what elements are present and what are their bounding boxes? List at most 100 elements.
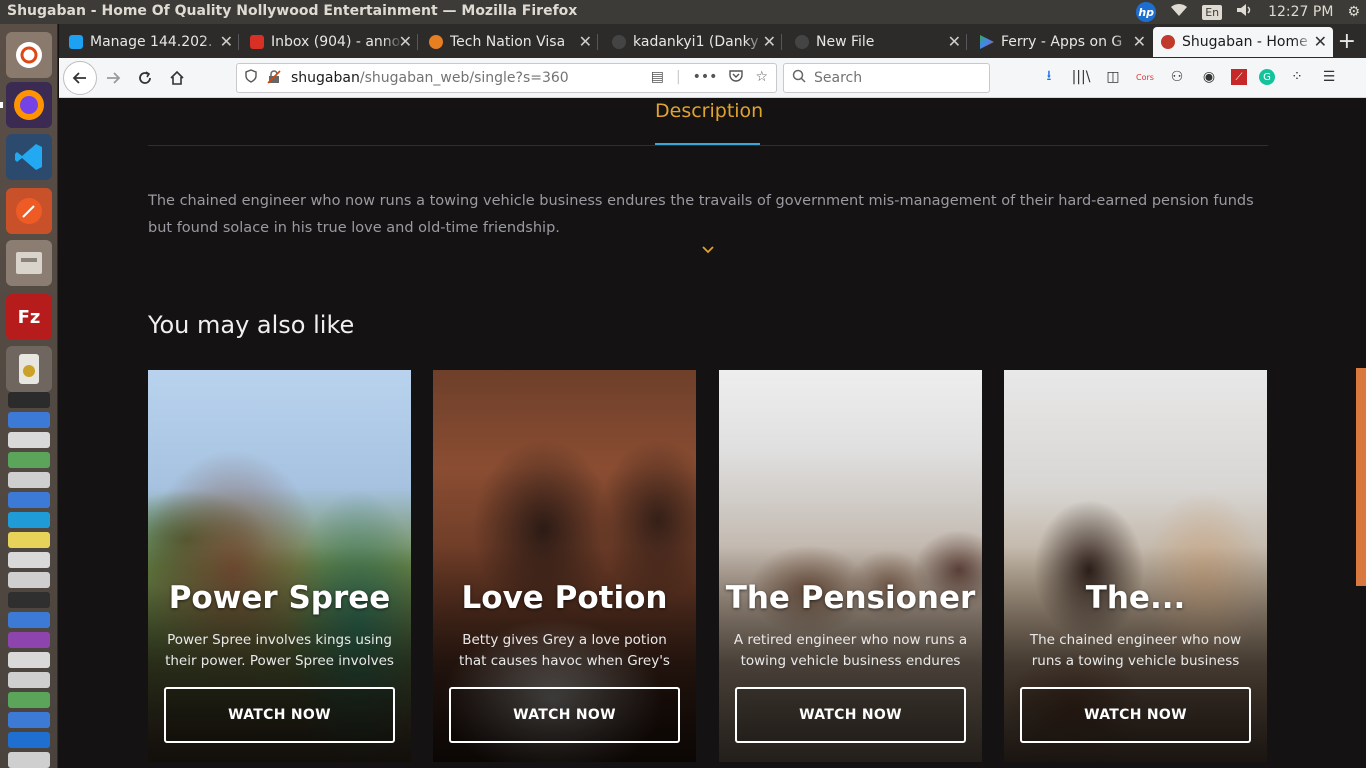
browser-navigation-bar: shugaban/shugaban_web/single?s=360 ▤ | •…: [59, 58, 1366, 98]
movie-card[interactable]: The... The chained engineer who now runs…: [1004, 370, 1267, 762]
close-tab-icon[interactable]: ✕: [948, 32, 961, 51]
tab-ferry-play-store[interactable]: Ferry - Apps on G ✕: [972, 27, 1152, 57]
launcher-app-icon[interactable]: [8, 712, 50, 728]
tab-inbox[interactable]: Inbox (904) - anno ✕: [242, 27, 418, 57]
movie-synopsis: Betty gives Grey a love potion that caus…: [459, 632, 670, 669]
launcher-app-icon[interactable]: [8, 472, 50, 488]
library-icon[interactable]: |||\: [1071, 67, 1091, 87]
movie-card[interactable]: The Pensioner A retired engineer who now…: [719, 370, 982, 762]
launcher-app-icon[interactable]: [8, 732, 50, 748]
close-tab-icon[interactable]: ✕: [399, 32, 412, 51]
back-arrow-icon[interactable]: [63, 61, 97, 95]
launcher-app-icon[interactable]: [8, 512, 50, 528]
tab-tech-nation-visa[interactable]: Tech Nation Visa ✕: [421, 27, 598, 57]
file-manager-icon[interactable]: [6, 240, 52, 286]
sidebar-icon[interactable]: ◫: [1103, 67, 1123, 87]
new-tab-plus-icon[interactable]: +: [1338, 29, 1356, 54]
browser-tab-strip: Manage 144.202. ✕ Inbox (904) - anno ✕ T…: [59, 24, 1366, 58]
reader-view-icon[interactable]: ▤: [651, 69, 664, 87]
movie-card[interactable]: Love Potion Betty gives Grey a love poti…: [433, 370, 696, 762]
launcher-app-icon[interactable]: [8, 532, 50, 548]
movie-title: The...: [1085, 580, 1186, 616]
chevron-down-icon[interactable]: [702, 243, 714, 257]
launcher-app-icon[interactable]: [8, 672, 50, 688]
github-favicon-icon: [795, 35, 809, 49]
firefox-icon[interactable]: [6, 82, 52, 128]
vscode-icon[interactable]: [6, 134, 52, 180]
search-placeholder: Search: [814, 70, 863, 86]
launcher-app-icon[interactable]: [8, 572, 50, 588]
extensions-puzzle-icon[interactable]: ⁘: [1287, 67, 1307, 87]
grammarly-icon[interactable]: G: [1259, 69, 1275, 85]
filezilla-icon[interactable]: Fz: [6, 294, 52, 340]
bookmark-star-icon[interactable]: ☆: [755, 69, 768, 87]
movie-card[interactable]: Power Spree Power Spree involves kings u…: [148, 370, 411, 762]
launcher-app-icon[interactable]: [8, 552, 50, 568]
watch-now-button[interactable]: WATCH NOW: [449, 687, 680, 743]
url-host: shugaban: [291, 70, 360, 86]
scrollbar-thumb[interactable]: [1356, 368, 1366, 586]
rhythmbox-icon[interactable]: [6, 346, 52, 392]
movie-synopsis: The chained engineer who now runs a towi…: [1029, 632, 1242, 669]
movie-title: Love Potion: [461, 580, 668, 616]
keyboard-language-indicator[interactable]: En: [1202, 4, 1223, 20]
close-tab-icon[interactable]: ✕: [579, 32, 592, 51]
tab-shugaban-active[interactable]: Shugaban - Home ✕: [1153, 27, 1333, 57]
close-tab-icon[interactable]: ✕: [763, 32, 776, 51]
watch-now-button[interactable]: WATCH NOW: [735, 687, 966, 743]
movie-title: The Pensioner: [725, 580, 976, 616]
launcher-app-icon[interactable]: [8, 452, 50, 468]
launcher-app-icon[interactable]: [8, 632, 50, 648]
search-box[interactable]: Search: [783, 63, 990, 93]
watch-now-button[interactable]: WATCH NOW: [164, 687, 395, 743]
movie-synopsis: A retired engineer who now runs a towing…: [733, 632, 968, 669]
obs-icon[interactable]: [8, 592, 50, 608]
close-tab-icon[interactable]: ✕: [220, 32, 233, 51]
hamburger-menu-icon[interactable]: ☰: [1319, 67, 1339, 87]
page-actions-menu-icon[interactable]: •••: [693, 69, 718, 87]
volume-icon[interactable]: [1236, 3, 1254, 21]
url-path: /shugaban_web/single?s=360: [359, 70, 569, 86]
launcher-app-icon[interactable]: [8, 432, 50, 448]
forward-arrow-icon[interactable]: [99, 64, 127, 92]
home-icon[interactable]: [163, 64, 191, 92]
downloads-icon[interactable]: ⭳: [1039, 67, 1059, 87]
launcher-app-icon[interactable]: [8, 492, 50, 508]
cors-extension-icon[interactable]: Cors: [1135, 67, 1155, 87]
tab-description[interactable]: Description: [655, 100, 763, 122]
tab-new-file[interactable]: New File ✕: [787, 27, 967, 57]
system-settings-gear-icon[interactable]: ⚙: [1347, 4, 1360, 20]
movie-synopsis: Power Spree involves kings using their p…: [165, 632, 394, 669]
tab-manage-server[interactable]: Manage 144.202. ✕: [61, 27, 239, 57]
page-scrollbar[interactable]: [1355, 98, 1366, 768]
system-top-panel: Shugaban - Home Of Quality Nollywood Ent…: [0, 0, 1366, 24]
vultr-favicon-icon: [69, 35, 83, 49]
extension-icon[interactable]: ⚇: [1167, 67, 1187, 87]
address-bar[interactable]: shugaban/shugaban_web/single?s=360 ▤ | •…: [236, 63, 777, 93]
tracking-protection-shield-icon[interactable]: [245, 69, 257, 87]
tech-nation-favicon-icon: [429, 35, 443, 49]
wifi-icon[interactable]: [1170, 3, 1188, 21]
insecure-connection-icon[interactable]: [267, 69, 281, 87]
account-icon[interactable]: ◉: [1199, 67, 1219, 87]
clock[interactable]: 12:27 PM: [1268, 4, 1333, 20]
launcher-app-icon[interactable]: [8, 752, 50, 768]
ubuntu-dash-icon[interactable]: [6, 32, 52, 78]
reload-icon[interactable]: [131, 64, 159, 92]
watch-now-button[interactable]: WATCH NOW: [1020, 687, 1251, 743]
toolbar-icons: ⭳ |||\ ◫ Cors ⚇ ◉ ⟋ G ⁘ ☰: [1039, 67, 1339, 87]
launcher-app-icon[interactable]: [8, 612, 50, 628]
pocket-icon[interactable]: [729, 69, 744, 87]
launcher-app-icon[interactable]: [8, 692, 50, 708]
close-tab-icon[interactable]: ✕: [1314, 32, 1327, 51]
postman-icon[interactable]: [6, 188, 52, 234]
github-favicon-icon: [612, 35, 626, 49]
close-tab-icon[interactable]: ✕: [1133, 32, 1146, 51]
hp-logo-icon[interactable]: hp: [1136, 2, 1157, 22]
terminal-icon[interactable]: [8, 392, 50, 408]
launcher-app-icon[interactable]: [8, 652, 50, 668]
launcher-app-icon[interactable]: [8, 412, 50, 428]
tab-github-kadankyi1[interactable]: kadankyi1 (Danky ✕: [604, 27, 782, 57]
extension-red-icon[interactable]: ⟋: [1231, 69, 1247, 85]
system-tray: hp En 12:27 PM ⚙: [1136, 0, 1360, 24]
